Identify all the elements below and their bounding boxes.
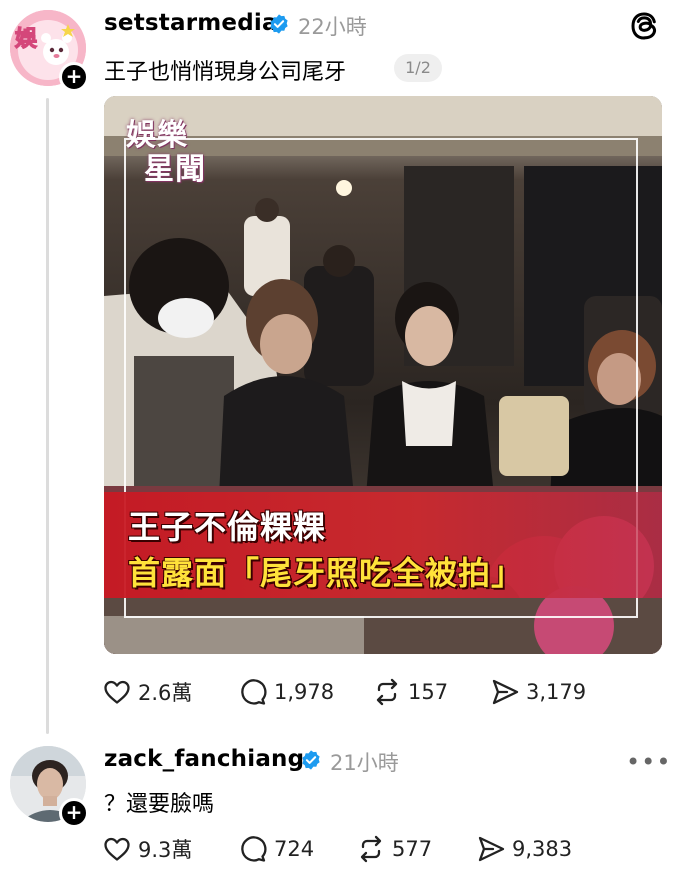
threads-feed: 娛 + setstarmedia 22小時 王子也悄悄現身公司尾牙 1/2 娛樂… [0, 0, 683, 877]
plus-icon: + [65, 800, 83, 824]
send-icon [478, 836, 505, 862]
reply-count: 724 [274, 837, 315, 861]
reply-button[interactable]: 724 [238, 834, 314, 864]
thread-connector-line [46, 98, 49, 734]
follow-button[interactable]: + [59, 62, 89, 92]
post-timestamp: 21小時 [330, 751, 399, 775]
reply-button[interactable]: 1,978 [238, 677, 334, 707]
threads-logo-icon[interactable] [630, 11, 658, 41]
share-button[interactable]: 9,383 [476, 834, 572, 864]
repost-button[interactable]: 577 [356, 834, 432, 864]
caption-line-2: 首露面「尾牙照吃全被拍」 [128, 554, 525, 592]
share-count: 9,383 [512, 837, 573, 861]
carousel-page-indicator: 1/2 [394, 54, 442, 82]
share-button[interactable]: 3,179 [490, 677, 586, 707]
repost-button[interactable]: 157 [372, 677, 448, 707]
post-body-text: 王子也悄悄現身公司尾牙 [104, 60, 347, 85]
send-icon [492, 679, 519, 705]
like-button[interactable]: 2.6萬 [102, 677, 192, 707]
heart-icon [104, 680, 130, 704]
like-count: 2.6萬 [138, 681, 193, 705]
post-media-image[interactable]: 娛樂 星聞 王子不倫粿粿 首露面「尾牙照吃全被拍」 [104, 96, 662, 654]
verified-badge-icon [270, 14, 288, 34]
post-timestamp: 22小時 [298, 15, 367, 39]
like-button[interactable]: 9.3萬 [102, 834, 192, 864]
more-options-icon[interactable]: ••• [626, 748, 671, 776]
share-count: 3,179 [526, 680, 587, 704]
verified-badge-icon [302, 750, 320, 770]
username[interactable]: zack_fanchiang [104, 746, 304, 772]
repost-icon [376, 678, 398, 706]
caption-line-1: 王子不倫粿粿 [128, 508, 327, 546]
comment-bubble-icon [241, 836, 267, 862]
post-body-text: ？還要臉嗎 [104, 792, 215, 817]
comment-bubble-icon [241, 679, 267, 705]
repost-count: 577 [392, 837, 433, 861]
reply-count: 1,978 [274, 680, 335, 704]
plus-icon: + [65, 64, 83, 88]
heart-icon [104, 837, 130, 861]
username[interactable]: setstarmedia [104, 10, 278, 36]
follow-button[interactable]: + [59, 798, 89, 828]
repost-count: 157 [408, 680, 449, 704]
repost-icon [360, 835, 382, 863]
like-count: 9.3萬 [138, 838, 193, 862]
avatar-logo-text: 娛 [14, 26, 37, 52]
